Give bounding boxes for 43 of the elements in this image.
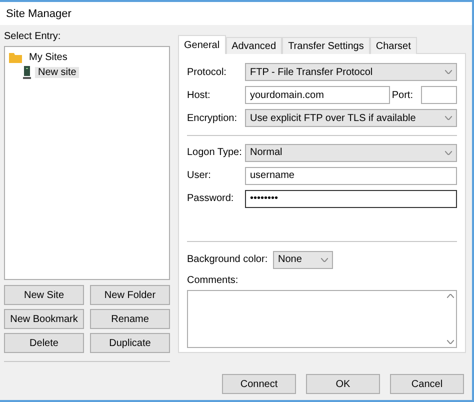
input-field[interactable]: username — [245, 166, 457, 185]
entry-button[interactable]: Rename — [90, 309, 170, 329]
entry-button[interactable]: New Site — [4, 285, 84, 305]
tree-item[interactable]: My Sites — [26, 52, 70, 63]
window-title: Site Manager — [6, 8, 72, 20]
port-field[interactable] — [421, 86, 457, 104]
caret-icon — [446, 340, 454, 344]
tree-item[interactable]: New site — [35, 67, 80, 78]
caret-icon — [445, 70, 452, 74]
field-label: Comments: — [187, 274, 240, 286]
field-label: Logon Type: — [187, 147, 243, 158]
folder-icon — [9, 52, 22, 63]
field-label: Background color: — [187, 254, 269, 265]
dropdown[interactable]: Normal — [245, 144, 457, 162]
dropdown[interactable]: FTP - File Transfer Protocol — [245, 63, 457, 81]
field-label: User: — [187, 170, 212, 182]
entry-button[interactable]: New Bookmark — [4, 309, 84, 329]
scroll-up-icon[interactable] — [446, 294, 454, 298]
entry-button[interactable]: Delete — [4, 333, 84, 353]
tab[interactable]: Charset — [370, 37, 417, 54]
caret-icon — [445, 116, 452, 120]
field-label: Port: — [392, 90, 413, 100]
dialog-button[interactable]: Cancel — [390, 374, 464, 394]
tab[interactable]: General — [178, 35, 226, 54]
entry-button[interactable]: New Folder — [90, 285, 170, 305]
dropdown[interactable]: Use explicit FTP over TLS if available — [245, 109, 457, 127]
caret-icon — [445, 150, 452, 155]
dialog-button[interactable]: OK — [306, 374, 380, 394]
password-field[interactable]: •••••••• — [245, 190, 457, 208]
dropdown[interactable]: None — [273, 250, 333, 268]
field-label: Encryption: — [187, 112, 238, 124]
server-icon — [23, 66, 31, 79]
input-field[interactable]: yourdomain.com — [245, 86, 390, 104]
field-label: Protocol: — [187, 66, 228, 78]
caret-icon — [321, 258, 328, 262]
tab[interactable]: Transfer Settings — [282, 37, 370, 54]
dialog-button[interactable]: Connect — [222, 374, 296, 394]
select-entry-label: Select Entry: — [4, 31, 62, 42]
tab[interactable]: Advanced — [226, 37, 282, 54]
entry-button[interactable]: Duplicate — [90, 333, 170, 353]
comments-field[interactable] — [187, 290, 457, 348]
field-label: Password: — [187, 193, 235, 204]
field-label: Host: — [187, 90, 212, 100]
